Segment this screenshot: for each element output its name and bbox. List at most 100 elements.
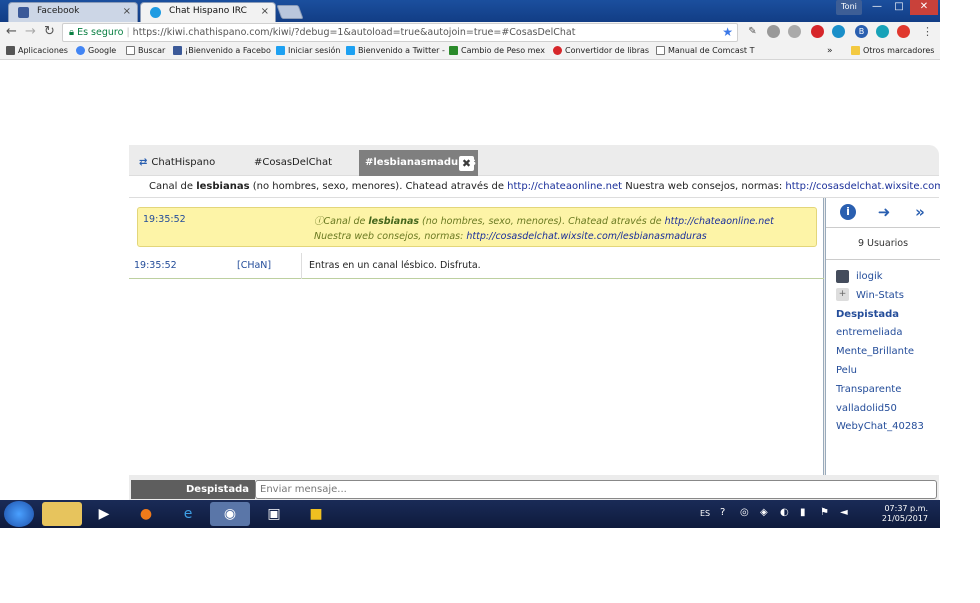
close-icon[interactable]: × bbox=[123, 6, 131, 17]
bookmarks-bar: Aplicaciones Google Buscar ¡Bienvenido a… bbox=[0, 43, 940, 60]
firefox-icon[interactable]: ● bbox=[126, 502, 166, 526]
clock-date: 21/05/2017 bbox=[881, 514, 928, 523]
page-icon bbox=[126, 46, 135, 55]
timestamp: 19:35:52 bbox=[134, 260, 177, 271]
user-item[interactable]: Despistada bbox=[836, 306, 940, 325]
info-icon[interactable]: i bbox=[840, 204, 856, 220]
extension-icon[interactable] bbox=[897, 25, 910, 38]
user-item[interactable]: valladolid50 bbox=[836, 400, 940, 419]
network-icon[interactable]: ▮ bbox=[800, 507, 806, 518]
volume-icon[interactable]: ◄ bbox=[840, 507, 848, 518]
user-name: ilogik bbox=[856, 271, 883, 282]
pen-icon[interactable]: ✎ bbox=[746, 25, 759, 38]
extension-icon[interactable] bbox=[788, 25, 801, 38]
minimize-icon[interactable]: — bbox=[866, 0, 888, 15]
tray-icon[interactable]: ◎ bbox=[740, 507, 749, 518]
address-bar[interactable]: 🔒︎ Es seguro | https://kiwi.chathispano.… bbox=[62, 23, 738, 42]
bookmark-item[interactable]: Buscar bbox=[126, 46, 165, 55]
app-icon[interactable]: ▣ bbox=[254, 502, 294, 526]
app-icon[interactable]: ■ bbox=[296, 502, 336, 526]
message-nick[interactable]: [CHaN] bbox=[237, 253, 271, 279]
user-item[interactable]: entremeliada bbox=[836, 324, 940, 343]
leave-icon[interactable]: ➜ bbox=[876, 204, 892, 220]
chat-icon bbox=[150, 7, 161, 18]
extension-icon[interactable] bbox=[832, 25, 845, 38]
tab-cosasdelchat[interactable]: #CosasDelChat bbox=[244, 150, 359, 176]
star-icon[interactable]: ★ bbox=[722, 24, 733, 41]
ie-icon[interactable]: e bbox=[168, 502, 208, 526]
forward-icon[interactable]: → bbox=[25, 25, 36, 39]
topic-text: Nuestra web consejos, normas: bbox=[622, 181, 786, 192]
own-nick[interactable]: Despistada bbox=[131, 480, 255, 499]
clock[interactable]: 07:37 p.m. 21/05/2017 bbox=[868, 504, 928, 524]
bookmark-item[interactable]: Iniciar sesión bbox=[276, 46, 340, 55]
maximize-icon[interactable]: □ bbox=[888, 0, 910, 15]
page-icon bbox=[656, 46, 665, 55]
notice-text: ⓘCanal de lesbianas (no hombres, sexo, m… bbox=[314, 214, 804, 244]
extension-icon[interactable] bbox=[767, 25, 780, 38]
back-icon[interactable]: ← bbox=[6, 25, 17, 39]
bookmark-label: Cambio de Peso mex bbox=[461, 46, 545, 55]
bookmark-item[interactable]: Aplicaciones bbox=[6, 46, 68, 55]
url-text: https://kiwi.chathispano.com/kiwi/?debug… bbox=[132, 27, 576, 38]
bookmark-item[interactable]: Google bbox=[76, 46, 116, 55]
user-item[interactable]: Mente_Brillante bbox=[836, 343, 940, 362]
bookmark-label: Convertidor de libras bbox=[565, 46, 650, 55]
extension-icon[interactable]: B bbox=[855, 25, 868, 38]
browser-tab-strip: Facebook × Chat Hispano IRC × Toni — □ ✕ bbox=[0, 0, 940, 22]
menu-icon[interactable]: ⋮ bbox=[922, 25, 933, 39]
topic-notice: 19:35:52 ⓘCanal de lesbianas (no hombres… bbox=[137, 207, 817, 247]
reload-icon[interactable]: ↻ bbox=[44, 25, 55, 39]
notice-link[interactable]: http://cosasdelchat.wixsite.com/lesbiana… bbox=[466, 231, 706, 242]
chrome-icon[interactable]: ◉ bbox=[210, 502, 250, 526]
browser-tab-facebook[interactable]: Facebook × bbox=[8, 2, 138, 22]
tray-icon[interactable]: ◐ bbox=[780, 507, 789, 518]
start-button[interactable] bbox=[4, 501, 34, 527]
extension-icon[interactable] bbox=[811, 25, 824, 38]
user-item[interactable]: WebyChat_40283 bbox=[836, 418, 940, 437]
close-icon[interactable]: ✖ bbox=[459, 156, 474, 171]
notice-part: Nuestra web consejos, normas: bbox=[314, 231, 467, 242]
bookmarks-overflow[interactable]: » bbox=[827, 46, 833, 56]
user-item[interactable]: Transparente bbox=[836, 381, 940, 400]
explorer-icon[interactable] bbox=[42, 502, 82, 526]
bookmark-label: Google bbox=[88, 46, 117, 55]
twitter-icon bbox=[276, 46, 285, 55]
input-bar: Despistada Enviar mensaje... bbox=[129, 479, 939, 500]
bookmark-item[interactable]: Convertidor de libras bbox=[553, 46, 649, 55]
bookmark-folder[interactable]: Otros marcadores bbox=[851, 46, 934, 55]
flag-icon[interactable]: ⚑ bbox=[820, 507, 829, 518]
user-item[interactable]: ilogik bbox=[836, 268, 940, 287]
message-row: 19:35:52 [CHaN] Entras en un canal lésbi… bbox=[129, 253, 824, 279]
double-chevron-right-icon[interactable]: » bbox=[912, 204, 928, 220]
topic-link[interactable]: http://cosasdelchat.wixsite.com/lesbiana… bbox=[785, 181, 940, 192]
notice-link[interactable]: http://chateaonline.net bbox=[665, 216, 774, 227]
tray-icon[interactable]: ◈ bbox=[760, 507, 768, 518]
bookmark-item[interactable]: Bienvenido a Twitter - bbox=[346, 46, 445, 55]
system-tray: ES ? ◎ ◈ ◐ ▮ ⚑ ◄ 07:37 p.m. 21/05/2017 bbox=[690, 500, 940, 528]
tab-lesbianasmaduras[interactable]: #lesbianasmaduras ✖ bbox=[359, 150, 478, 176]
tab-chathispano[interactable]: ⇄ ChatHispano bbox=[129, 150, 244, 176]
bookmark-label: Aplicaciones bbox=[18, 46, 68, 55]
bookmark-item[interactable]: ¡Bienvenido a Facebo bbox=[173, 46, 271, 55]
user-name: entremeliada bbox=[836, 327, 903, 339]
extension-icon[interactable] bbox=[876, 25, 889, 38]
close-window-icon[interactable]: ✕ bbox=[910, 0, 938, 15]
tab-label: ChatHispano bbox=[151, 157, 216, 168]
taskbar: ▶ ● e ◉ ▣ ■ ES ? ◎ ◈ ◐ ▮ ⚑ ◄ 07:37 p.m. 2… bbox=[0, 500, 940, 528]
language-indicator[interactable]: ES bbox=[700, 509, 710, 518]
bookmark-item[interactable]: Cambio de Peso mex bbox=[449, 46, 545, 55]
browser-tab-chathispano[interactable]: Chat Hispano IRC × bbox=[140, 2, 276, 22]
user-item[interactable]: + Win-Stats bbox=[836, 287, 940, 306]
bookmark-item[interactable]: Manual de Comcast T bbox=[656, 46, 754, 55]
media-player-icon[interactable]: ▶ bbox=[84, 502, 124, 526]
close-icon[interactable]: × bbox=[261, 6, 269, 17]
profile-badge[interactable]: Toni bbox=[836, 0, 862, 15]
help-icon[interactable]: ? bbox=[720, 507, 725, 518]
topic-link[interactable]: http://chateaonline.net bbox=[507, 181, 622, 192]
bookmark-label: Otros marcadores bbox=[863, 46, 935, 55]
message-input[interactable]: Enviar mensaje... bbox=[255, 480, 937, 499]
user-item[interactable]: Pelu bbox=[836, 362, 940, 381]
bookmark-label: Bienvenido a Twitter - bbox=[358, 46, 445, 55]
new-tab-button[interactable] bbox=[276, 5, 304, 19]
